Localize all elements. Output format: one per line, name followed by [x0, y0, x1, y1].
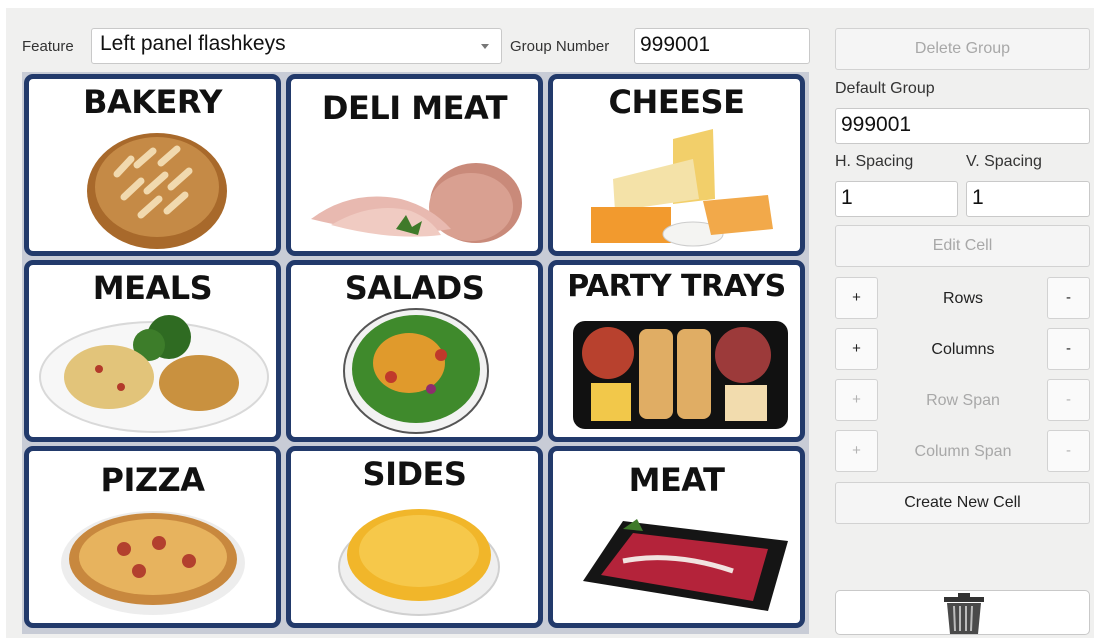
- cell-deli-meat[interactable]: DELI MEAT: [286, 74, 543, 256]
- column-span-increment-button[interactable]: +: [835, 430, 878, 472]
- feature-select[interactable]: Left panel flashkeys: [91, 28, 502, 64]
- cell-cheese[interactable]: CHEESE: [548, 74, 805, 256]
- cell-salads[interactable]: SALADS: [286, 260, 543, 442]
- default-group-input[interactable]: 999001: [835, 108, 1090, 144]
- trash-icon: [944, 593, 984, 634]
- rows-decrement-button[interactable]: -: [1047, 277, 1090, 319]
- v-spacing-input[interactable]: 1: [966, 181, 1090, 217]
- row-span-increment-button[interactable]: +: [835, 379, 878, 421]
- default-group-label: Default Group: [835, 80, 935, 97]
- pasta-chicken-plate-image: [39, 315, 269, 433]
- columns-decrement-button[interactable]: -: [1047, 328, 1090, 370]
- pizza-image: [61, 511, 245, 615]
- cell-meals[interactable]: MEALS: [24, 260, 281, 442]
- cheese-assortment-image: [591, 129, 773, 247]
- chevron-down-icon: [481, 44, 489, 49]
- group-number-label: Group Number: [510, 38, 610, 55]
- party-tray-image: [573, 321, 788, 429]
- delete-group-button[interactable]: Delete Group: [835, 28, 1090, 70]
- rows-increment-button[interactable]: +: [835, 277, 878, 319]
- h-spacing-label: H. Spacing: [835, 153, 914, 170]
- feature-label: Feature: [22, 38, 74, 55]
- feature-select-value: Left panel flashkeys: [100, 32, 286, 55]
- column-span-label: Column Span: [914, 443, 1012, 460]
- columns-label: Columns: [931, 341, 995, 358]
- columns-increment-button[interactable]: +: [835, 328, 878, 370]
- group-number-input[interactable]: 999001: [634, 28, 810, 64]
- v-spacing-label: V. Spacing: [966, 153, 1042, 170]
- cell-pizza[interactable]: PIZZA: [24, 446, 281, 628]
- edit-cell-button[interactable]: Edit Cell: [835, 225, 1090, 267]
- row-span-decrement-button[interactable]: -: [1047, 379, 1090, 421]
- h-spacing-input[interactable]: 1: [835, 181, 958, 217]
- row-span-label: Row Span: [926, 392, 1000, 409]
- cell-meat[interactable]: MEAT: [548, 446, 805, 628]
- bread-loaf-image: [87, 133, 227, 249]
- cell-sides[interactable]: SIDES: [286, 446, 543, 628]
- macaroni-bowl-image: [338, 509, 500, 616]
- rows-label: Rows: [942, 290, 983, 307]
- cell-party-trays[interactable]: PARTY TRAYS: [548, 260, 805, 442]
- column-span-decrement-button[interactable]: -: [1047, 430, 1090, 472]
- create-new-cell-button[interactable]: Create New Cell: [835, 482, 1090, 524]
- salad-bowl-image: [343, 308, 489, 434]
- flashkey-grid: BAKERY DELI MEAT CHEESE MEALS SALADS PAR…: [22, 72, 809, 634]
- delete-drop-zone[interactable]: [835, 590, 1090, 635]
- sliced-ham-image: [311, 163, 522, 243]
- raw-steak-image: [583, 519, 788, 611]
- cell-bakery[interactable]: BAKERY: [24, 74, 281, 256]
